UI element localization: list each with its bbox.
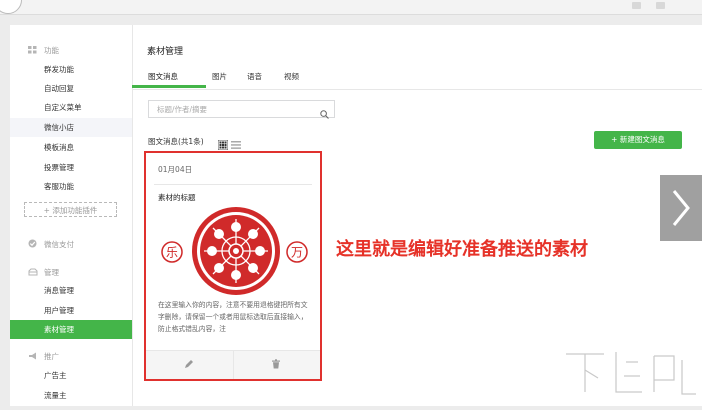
sidebar-item-traffic-owner[interactable]: 流量主 xyxy=(10,386,132,405)
delete-button[interactable] xyxy=(233,351,320,379)
card-cover-image: 乐 万 xyxy=(156,205,312,297)
material-tabs: 图文消息 图片 语音 视频 xyxy=(132,65,702,90)
cover-left-character: 乐 xyxy=(166,246,178,260)
browser-window-icon[interactable] xyxy=(656,2,665,9)
search-icon[interactable] xyxy=(320,104,329,119)
sidebar-item-template-message[interactable]: 模板消息 xyxy=(10,138,132,157)
next-slide-button[interactable] xyxy=(660,175,702,241)
pencil-icon xyxy=(185,360,193,368)
sidebar-item-wechat-store[interactable]: 微信小店 xyxy=(10,118,132,137)
grid-icon xyxy=(28,46,37,54)
tab-video[interactable]: 视频 xyxy=(284,71,299,82)
sidebar-item-message-management[interactable]: 消息管理 xyxy=(10,281,132,300)
sidebar-item-customer-service[interactable]: 客服功能 xyxy=(10,177,132,196)
article-card[interactable]: 01月04日 素材的标题 乐 万 在这里输入你的内容，注意不要用退格键把所有文字… xyxy=(144,151,322,381)
card-actions xyxy=(146,350,320,379)
tab-article-message[interactable]: 图文消息 xyxy=(148,71,178,82)
browser-top-strip xyxy=(0,0,702,15)
cover-right-character: 万 xyxy=(291,246,303,260)
sidebar-item-material-management[interactable]: 素材管理 xyxy=(10,320,132,339)
card-title: 素材的标题 xyxy=(158,193,196,202)
list-view-icon[interactable] xyxy=(231,135,241,149)
check-circle-icon xyxy=(28,239,37,248)
annotation-text: 这里就是编辑好准备推送的素材 xyxy=(336,239,588,260)
sidebar: 功能 群发功能 自动回复 自定义菜单 微信小店 模板消息 投票管理 客服功能 +… xyxy=(10,25,133,406)
article-count: 图文消息(共1条) xyxy=(148,137,204,146)
chevron-right-icon xyxy=(672,190,690,226)
sidebar-item-mass-send[interactable]: 群发功能 xyxy=(10,60,132,79)
browser-menu-icon[interactable] xyxy=(632,2,641,9)
sidebar-section-label: 功能 xyxy=(44,46,59,55)
search-box xyxy=(148,100,335,119)
sidebar-section-management: 管理 xyxy=(28,267,59,278)
megaphone-icon xyxy=(28,352,37,360)
sidebar-item-auto-reply[interactable]: 自动回复 xyxy=(10,79,132,98)
sidebar-item-vote-management[interactable]: 投票管理 xyxy=(10,158,132,177)
search-input[interactable] xyxy=(157,104,307,115)
add-plugin-button[interactable]: + 添加功能插件 xyxy=(24,202,117,217)
card-divider xyxy=(154,184,312,185)
sidebar-item-advertiser[interactable]: 广告主 xyxy=(10,366,132,385)
card-date: 01月04日 xyxy=(158,165,193,174)
browser-back-button[interactable] xyxy=(0,0,22,14)
sidebar-section-label: 微信支付 xyxy=(44,240,74,249)
card-description: 在这里输入你的内容，注意不要用退格键把所有文字删除，请保留一个或者用鼠标选取后直… xyxy=(158,301,308,333)
sidebar-section-wechat-pay[interactable]: 微信支付 xyxy=(28,239,74,250)
tab-image[interactable]: 图片 xyxy=(212,71,227,82)
sidebar-item-custom-menu[interactable]: 自定义菜单 xyxy=(10,98,132,117)
folder-icon xyxy=(28,268,38,276)
tab-voice[interactable]: 语音 xyxy=(247,71,262,82)
sidebar-section-label: 推广 xyxy=(44,352,59,361)
watermark-logo xyxy=(558,340,702,406)
edit-button[interactable] xyxy=(146,351,234,379)
new-article-button[interactable]: + 新建图文消息 xyxy=(594,131,682,149)
sidebar-item-user-management[interactable]: 用户管理 xyxy=(10,301,132,320)
page-title: 素材管理 xyxy=(147,47,184,57)
grid-view-icon[interactable] xyxy=(217,135,229,151)
sidebar-section-label: 管理 xyxy=(44,268,59,277)
trash-icon xyxy=(272,359,280,369)
sidebar-section-function: 功能 xyxy=(28,45,59,56)
sidebar-section-promotion: 推广 xyxy=(28,351,59,362)
active-tab-indicator xyxy=(132,85,206,88)
